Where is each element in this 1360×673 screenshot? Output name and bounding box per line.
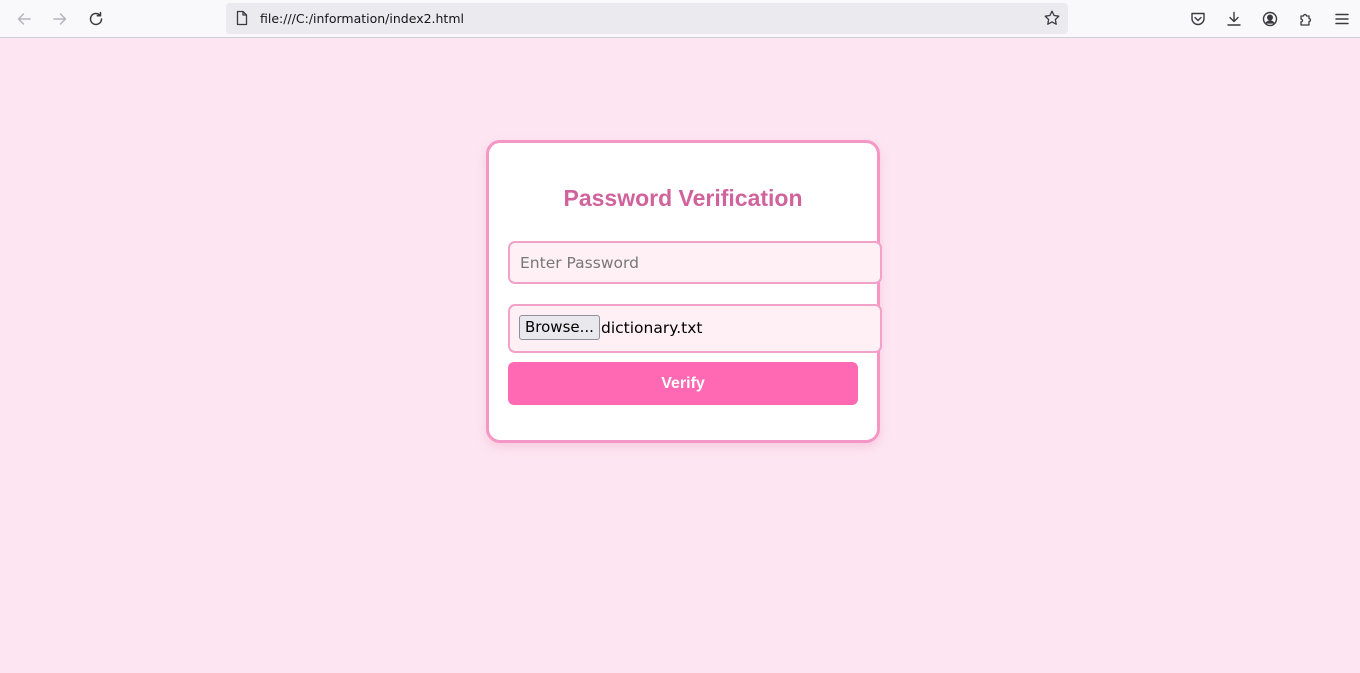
account-button[interactable] xyxy=(1256,5,1284,33)
forward-button[interactable] xyxy=(46,5,74,33)
file-input[interactable]: Browse... dictionary.txt xyxy=(508,304,882,353)
menu-button[interactable] xyxy=(1328,5,1356,33)
selected-file-name: dictionary.txt xyxy=(601,319,703,337)
hamburger-icon xyxy=(1335,13,1349,25)
arrow-left-icon xyxy=(17,13,31,25)
url-text[interactable]: file:///C:/information/index2.html xyxy=(260,11,464,26)
download-icon xyxy=(1227,11,1241,26)
verification-card: Password Verification Browse... dictiona… xyxy=(486,140,882,443)
bookmark-button[interactable] xyxy=(1042,8,1062,28)
account-icon xyxy=(1262,11,1278,27)
star-icon xyxy=(1044,10,1060,25)
page-title: Password Verification xyxy=(563,185,803,211)
page-icon xyxy=(236,10,248,26)
browse-button[interactable]: Browse... xyxy=(519,315,600,340)
arrow-right-icon xyxy=(53,13,67,25)
password-input[interactable] xyxy=(508,241,882,284)
reload-icon xyxy=(89,11,103,26)
reload-button[interactable] xyxy=(82,5,110,33)
puzzle-icon xyxy=(1300,13,1312,26)
pocket-icon xyxy=(1191,12,1205,26)
back-button[interactable] xyxy=(10,5,38,33)
extensions-button[interactable] xyxy=(1292,5,1320,33)
verify-button[interactable]: Verify xyxy=(508,362,858,405)
pocket-button[interactable] xyxy=(1184,5,1212,33)
downloads-button[interactable] xyxy=(1220,5,1248,33)
url-bar[interactable]: file:///C:/information/index2.html xyxy=(226,3,1068,34)
browser-toolbar: file:///C:/information/index2.html xyxy=(0,0,1360,38)
